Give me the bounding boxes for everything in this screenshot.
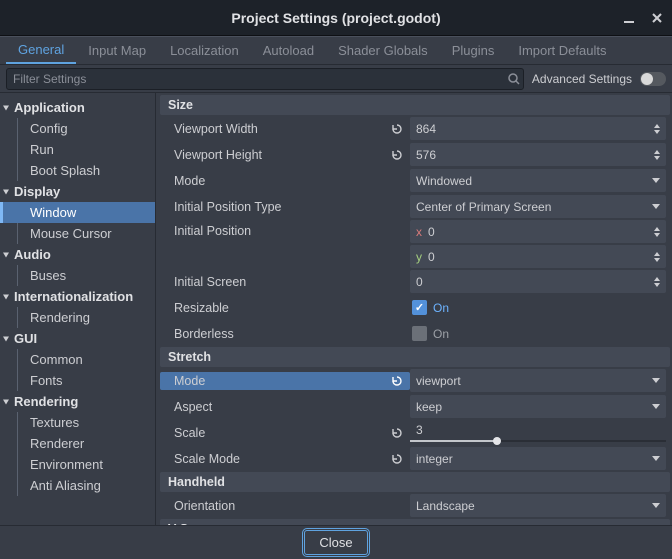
sidebar-item-mouse-cursor[interactable]: Mouse Cursor [0, 223, 155, 244]
prop-label-mode: Mode [160, 174, 410, 188]
section-handheld: Handheld [160, 472, 670, 492]
filter-input[interactable] [7, 72, 505, 86]
sidebar-item-boot-splash[interactable]: Boot Splash [0, 160, 155, 181]
prop-label-stretch-mode: Mode [160, 372, 410, 390]
filter-row: Advanced Settings [0, 65, 672, 93]
window-title: Project Settings (project.godot) [231, 10, 440, 26]
sidebar-cat-display[interactable]: Display [0, 181, 155, 202]
sidebar-item-textures[interactable]: Textures [0, 412, 155, 433]
init-pos-type-select[interactable]: Center of Primary Screen [410, 195, 666, 218]
close-icon [650, 11, 664, 25]
advanced-settings-label: Advanced Settings [532, 72, 632, 86]
minimize-button[interactable] [622, 11, 636, 25]
stretch-mode-select[interactable]: viewport [410, 369, 666, 392]
tab-localization[interactable]: Localization [158, 37, 251, 64]
prop-label-scale: Scale [160, 424, 410, 442]
sidebar-item-environment[interactable]: Environment [0, 454, 155, 475]
chevron-down-icon [652, 456, 660, 461]
sidebar-cat-gui[interactable]: GUI [0, 328, 155, 349]
prop-label-init-screen: Initial Screen [160, 275, 410, 289]
sidebar-item-i18n-rendering[interactable]: Rendering [0, 307, 155, 328]
prop-label-init-pos-type: Initial Position Type [160, 200, 410, 214]
prop-label-viewport-width: Viewport Width [160, 120, 410, 138]
spinner-icon[interactable] [654, 227, 660, 237]
sidebar-cat-audio[interactable]: Audio [0, 244, 155, 265]
sidebar-item-run[interactable]: Run [0, 139, 155, 160]
advanced-settings-toggle[interactable] [640, 72, 666, 86]
spinner-icon[interactable] [654, 124, 660, 134]
aspect-select[interactable]: keep [410, 395, 666, 418]
viewport-height-field[interactable]: 576 [410, 143, 666, 166]
minimize-icon [622, 11, 636, 25]
sidebar-cat-rendering[interactable]: Rendering [0, 391, 155, 412]
borderless-checkbox[interactable] [412, 326, 427, 341]
section-stretch: Stretch [160, 347, 670, 367]
sidebar-item-buses[interactable]: Buses [0, 265, 155, 286]
mode-select[interactable]: Windowed [410, 169, 666, 192]
tab-plugins[interactable]: Plugins [440, 37, 507, 64]
tab-general[interactable]: General [6, 37, 76, 64]
orientation-select[interactable]: Landscape [410, 494, 666, 517]
prop-label-init-pos: Initial Position [160, 220, 410, 238]
sidebar-item-window[interactable]: Window [0, 202, 155, 223]
init-pos-y-field[interactable]: y0 [410, 245, 666, 268]
spinner-icon[interactable] [654, 252, 660, 262]
footer: Close [0, 525, 672, 559]
sidebar-item-renderer[interactable]: Renderer [0, 433, 155, 454]
chevron-down-icon [652, 178, 660, 183]
prop-label-borderless: Borderless [160, 327, 410, 341]
tab-input-map[interactable]: Input Map [76, 37, 158, 64]
spinner-icon[interactable] [654, 150, 660, 160]
scale-slider[interactable]: 3 [410, 423, 666, 442]
init-pos-x-field[interactable]: x0 [410, 220, 666, 243]
section-size: Size [160, 95, 670, 115]
sidebar-item-common[interactable]: Common [0, 349, 155, 370]
sidebar-item-anti-aliasing[interactable]: Anti Aliasing [0, 475, 155, 496]
resizable-checkbox[interactable] [412, 300, 427, 315]
tabs: General Input Map Localization Autoload … [0, 37, 672, 65]
close-window-button[interactable] [650, 11, 664, 25]
tab-autoload[interactable]: Autoload [251, 37, 326, 64]
chevron-down-icon [652, 503, 660, 508]
sidebar-cat-application[interactable]: Application [0, 97, 155, 118]
viewport-width-field[interactable]: 864 [410, 117, 666, 140]
sidebar-item-fonts[interactable]: Fonts [0, 370, 155, 391]
chevron-down-icon [652, 378, 660, 383]
tab-shader-globals[interactable]: Shader Globals [326, 37, 440, 64]
scale-mode-select[interactable]: integer [410, 447, 666, 470]
spinner-icon[interactable] [654, 277, 660, 287]
prop-label-aspect: Aspect [160, 400, 410, 414]
revert-icon[interactable] [388, 146, 406, 164]
search-icon [505, 72, 523, 86]
chevron-down-icon [652, 404, 660, 409]
prop-label-viewport-height: Viewport Height [160, 146, 410, 164]
tab-import-defaults[interactable]: Import Defaults [506, 37, 618, 64]
revert-icon[interactable] [388, 450, 406, 468]
close-button[interactable]: Close [304, 530, 367, 555]
title-bar: Project Settings (project.godot) [0, 0, 672, 36]
revert-icon[interactable] [388, 372, 406, 390]
sidebar[interactable]: Application Config Run Boot Splash Displ… [0, 93, 156, 525]
prop-label-orientation: Orientation [160, 499, 410, 513]
revert-icon[interactable] [388, 120, 406, 138]
search-wrap [6, 68, 524, 90]
prop-label-resizable: Resizable [160, 301, 410, 315]
chevron-down-icon [652, 204, 660, 209]
sidebar-cat-internationalization[interactable]: Internationalization [0, 286, 155, 307]
content[interactable]: Size Viewport Width 864 Viewport Height … [156, 93, 672, 525]
prop-label-scale-mode: Scale Mode [160, 450, 410, 468]
init-screen-field[interactable]: 0 [410, 270, 666, 293]
sidebar-item-config[interactable]: Config [0, 118, 155, 139]
revert-icon[interactable] [388, 424, 406, 442]
